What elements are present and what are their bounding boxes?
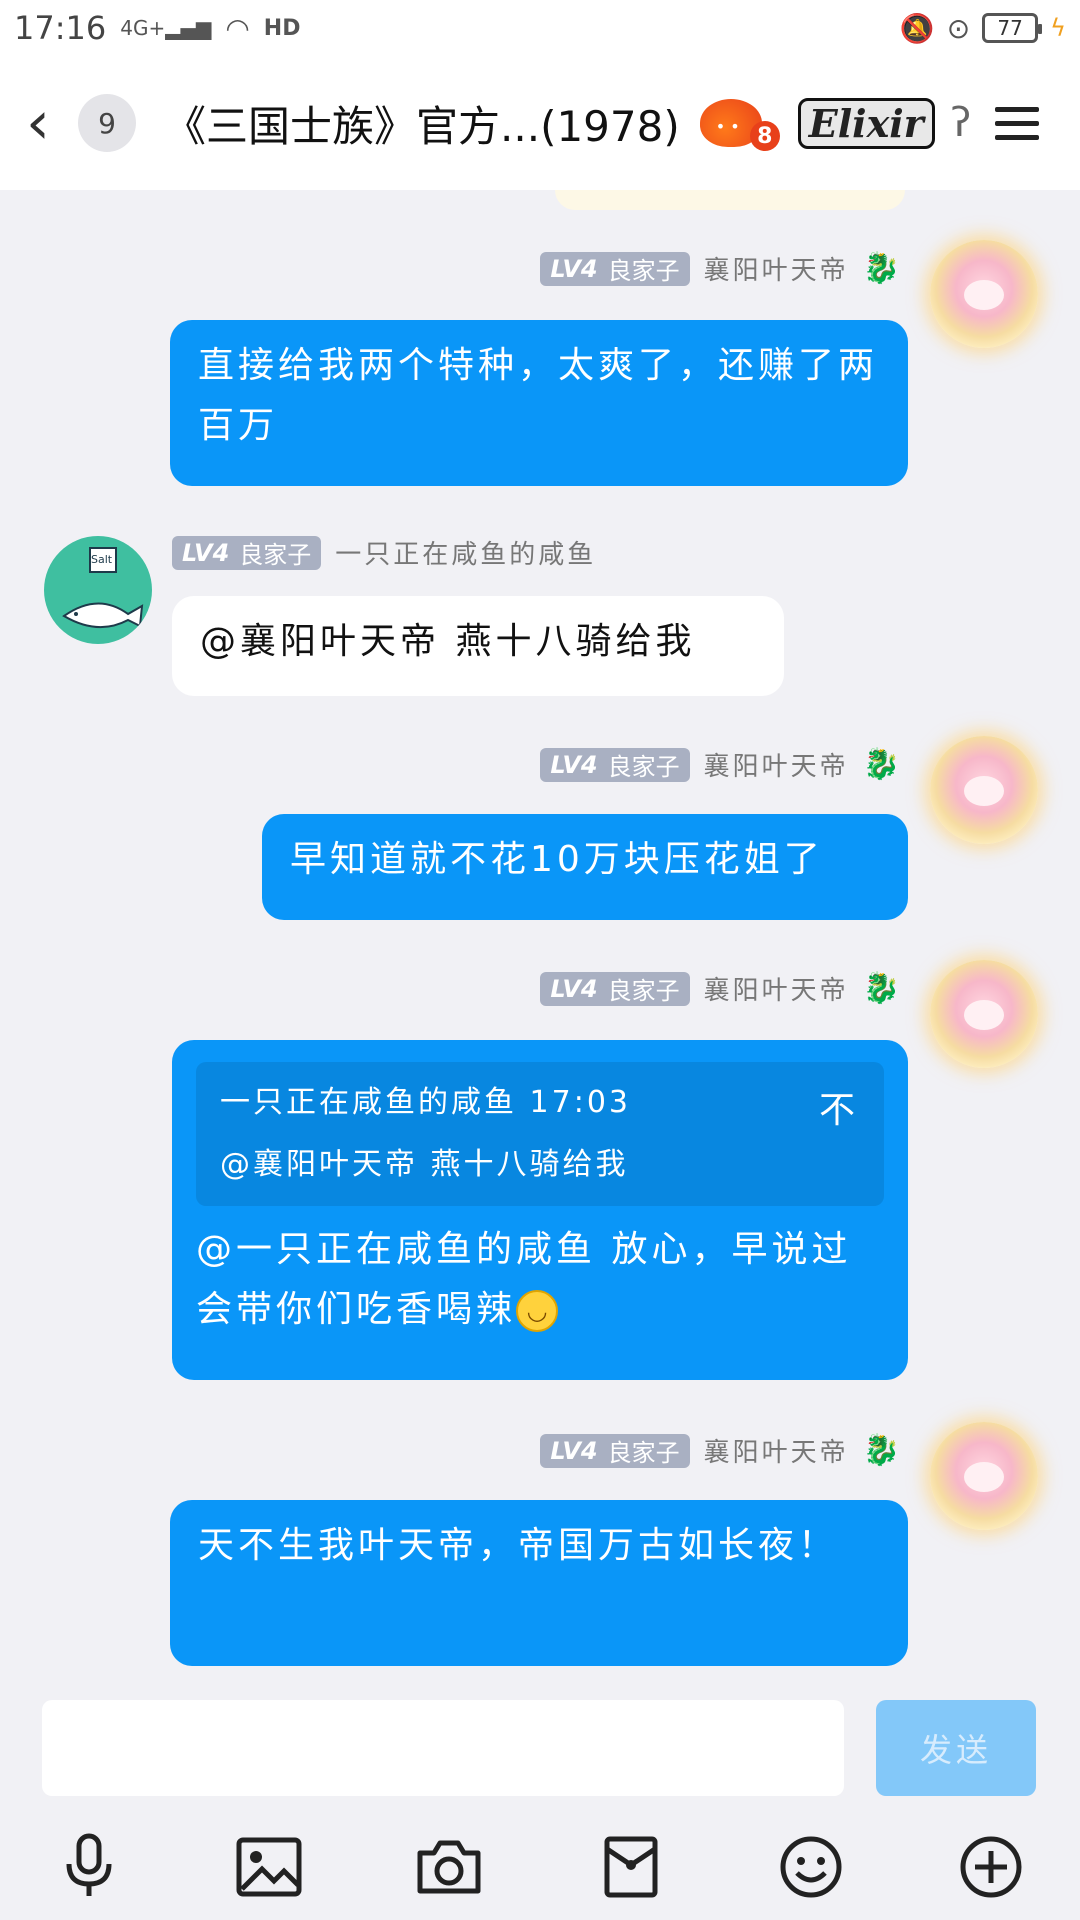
signal-icon: 4G+▂▄▆ xyxy=(120,16,212,40)
emoji-icon[interactable] xyxy=(776,1832,846,1902)
sender-name[interactable]: 一只正在咸鱼的咸鱼 xyxy=(335,534,596,571)
level-badge: LV4 良家子 xyxy=(540,251,690,286)
charging-icon: ϟ xyxy=(1050,14,1066,42)
level-badge: LV4 良家子 xyxy=(540,971,690,1006)
input-toolbar xyxy=(0,1822,1080,1912)
status-bar: 17:16 4G+▂▄▆ ◠ HD 🔕 ⊙ 77 ϟ xyxy=(0,0,1080,56)
rank-title: 良家子 xyxy=(607,1439,680,1467)
sender-name[interactable]: 襄阳叶天帝 xyxy=(704,1432,849,1469)
dragon-badge-icon: 🐉 xyxy=(862,747,900,782)
wifi-icon: ◠ xyxy=(225,11,250,45)
elixir-badge-icon[interactable]: Elixir xyxy=(797,97,935,149)
avatar[interactable] xyxy=(930,240,1038,348)
image-icon[interactable] xyxy=(234,1832,304,1902)
rank-title: 良家子 xyxy=(607,257,680,285)
sender-name[interactable]: 襄阳叶天帝 xyxy=(704,746,849,783)
sender-meta: LV4 良家子 襄阳叶天帝 🐉 xyxy=(540,250,900,287)
hd-icon: HD xyxy=(263,15,301,41)
quote-text: @襄阳叶天帝 燕十八骑给我 xyxy=(220,1147,629,1182)
level-number: LV4 xyxy=(550,974,598,1003)
avatar[interactable] xyxy=(930,960,1038,1068)
fire-level-number: 8 xyxy=(749,121,780,151)
image-glyph xyxy=(236,1837,302,1897)
level-number: LV4 xyxy=(550,750,598,779)
level-badge: LV4 良家子 xyxy=(540,747,690,782)
member-count: (1978) xyxy=(540,101,680,151)
message-bubble[interactable]: @襄阳叶天帝 燕十八骑给我 xyxy=(172,596,784,696)
message-bubble[interactable]: 直接给我两个特种，太爽了，还赚了两百万 xyxy=(170,320,908,486)
chat-header: ‹ 9 《三国士族》官方...(1978) • • 8 Elixir ʔ xyxy=(0,56,1080,190)
emoji-glyph xyxy=(780,1836,842,1898)
back-icon[interactable]: ‹ xyxy=(26,93,70,153)
group-title[interactable]: 《三国士族》官方...(1978) xyxy=(164,93,680,154)
rank-title: 良家子 xyxy=(239,541,312,569)
rank-title: 良家子 xyxy=(607,753,680,781)
earpiece-mode-icon[interactable]: ʔ xyxy=(951,100,971,146)
avatar[interactable] xyxy=(930,1422,1038,1530)
quote-author: 一只正在咸鱼的咸鱼 17:03 xyxy=(220,1085,631,1120)
smirk-emoji-icon: ◡ xyxy=(516,1290,559,1332)
lock-rotation-icon: ⊙ xyxy=(946,11,971,45)
mute-bell-icon: 🔕 xyxy=(899,11,935,45)
menu-line xyxy=(995,120,1040,126)
network-label: 4G+ xyxy=(120,16,166,40)
jump-to-original-icon[interactable]: 不 xyxy=(819,1080,858,1142)
message-input[interactable] xyxy=(42,1700,844,1796)
microphone-glyph xyxy=(66,1833,112,1896)
sender-meta: LV4 良家子 一只正在咸鱼的咸鱼 xyxy=(172,534,596,571)
level-number: LV4 xyxy=(182,538,230,567)
rank-title: 良家子 xyxy=(607,977,680,1005)
menu-line xyxy=(995,106,1040,112)
level-badge: LV4 良家子 xyxy=(540,1433,690,1468)
flame-eyes: • • xyxy=(715,117,740,136)
dragon-badge-icon: 🐉 xyxy=(862,971,900,1006)
quoted-message[interactable]: 一只正在咸鱼的咸鱼 17:03 @襄阳叶天帝 燕十八骑给我 不 xyxy=(196,1062,884,1206)
camera-glyph xyxy=(417,1840,481,1894)
plus-glyph xyxy=(960,1836,1022,1898)
camera-icon[interactable] xyxy=(414,1832,484,1902)
battery-icon: 77 xyxy=(982,13,1043,43)
level-number: LV4 xyxy=(550,254,598,283)
send-button[interactable]: 发送 xyxy=(876,1700,1036,1796)
message-bubble[interactable]: 天不生我叶天帝，帝国万古如长夜！ xyxy=(170,1500,908,1666)
reply-message-bubble[interactable]: 一只正在咸鱼的咸鱼 17:03 @襄阳叶天帝 燕十八骑给我 不 @一只正在咸鱼的… xyxy=(172,1040,908,1380)
status-time: 17:16 xyxy=(14,9,107,47)
sender-name[interactable]: 襄阳叶天帝 xyxy=(704,970,849,1007)
reply-content: @一只正在咸鱼的咸鱼 放心，早说过会带你们吃香喝辣 ◡ xyxy=(196,1220,884,1340)
dragon-badge-icon: 🐉 xyxy=(862,251,900,286)
message-list[interactable]: LV4 良家子 襄阳叶天帝 🐉 直接给我两个特种，太爽了，还赚了两百万 Salt … xyxy=(0,190,1080,1682)
dragon-badge-icon: 🐉 xyxy=(862,1433,900,1468)
previous-message-card xyxy=(555,190,905,210)
salt-label: Salt xyxy=(91,553,113,566)
sender-name[interactable]: 襄阳叶天帝 xyxy=(704,250,849,287)
sender-meta: LV4 良家子 襄阳叶天帝 🐉 xyxy=(540,1432,900,1469)
sender-meta: LV4 良家子 襄阳叶天帝 🐉 xyxy=(540,746,900,783)
composer: 发送 xyxy=(0,1682,1080,1920)
fire-level-icon[interactable]: • • 8 xyxy=(699,95,780,151)
message-bubble[interactable]: 早知道就不花10万块压花姐了 xyxy=(262,814,908,920)
level-badge: LV4 良家子 xyxy=(172,535,322,570)
battery-level: 77 xyxy=(997,16,1023,40)
red-packet-glyph xyxy=(604,1836,658,1898)
menu-line xyxy=(995,134,1040,140)
group-name: 《三国士族》官方... xyxy=(164,101,541,151)
avatar[interactable]: Salt xyxy=(44,536,152,644)
microphone-icon[interactable] xyxy=(54,1832,124,1902)
avatar[interactable] xyxy=(930,736,1038,844)
unread-count-badge[interactable]: 9 xyxy=(78,94,136,152)
plus-icon[interactable] xyxy=(956,1832,1026,1902)
red-packet-icon[interactable] xyxy=(596,1832,666,1902)
level-number: LV4 xyxy=(550,1436,598,1465)
sender-meta: LV4 良家子 襄阳叶天帝 🐉 xyxy=(540,970,900,1007)
menu-icon[interactable] xyxy=(995,106,1040,140)
